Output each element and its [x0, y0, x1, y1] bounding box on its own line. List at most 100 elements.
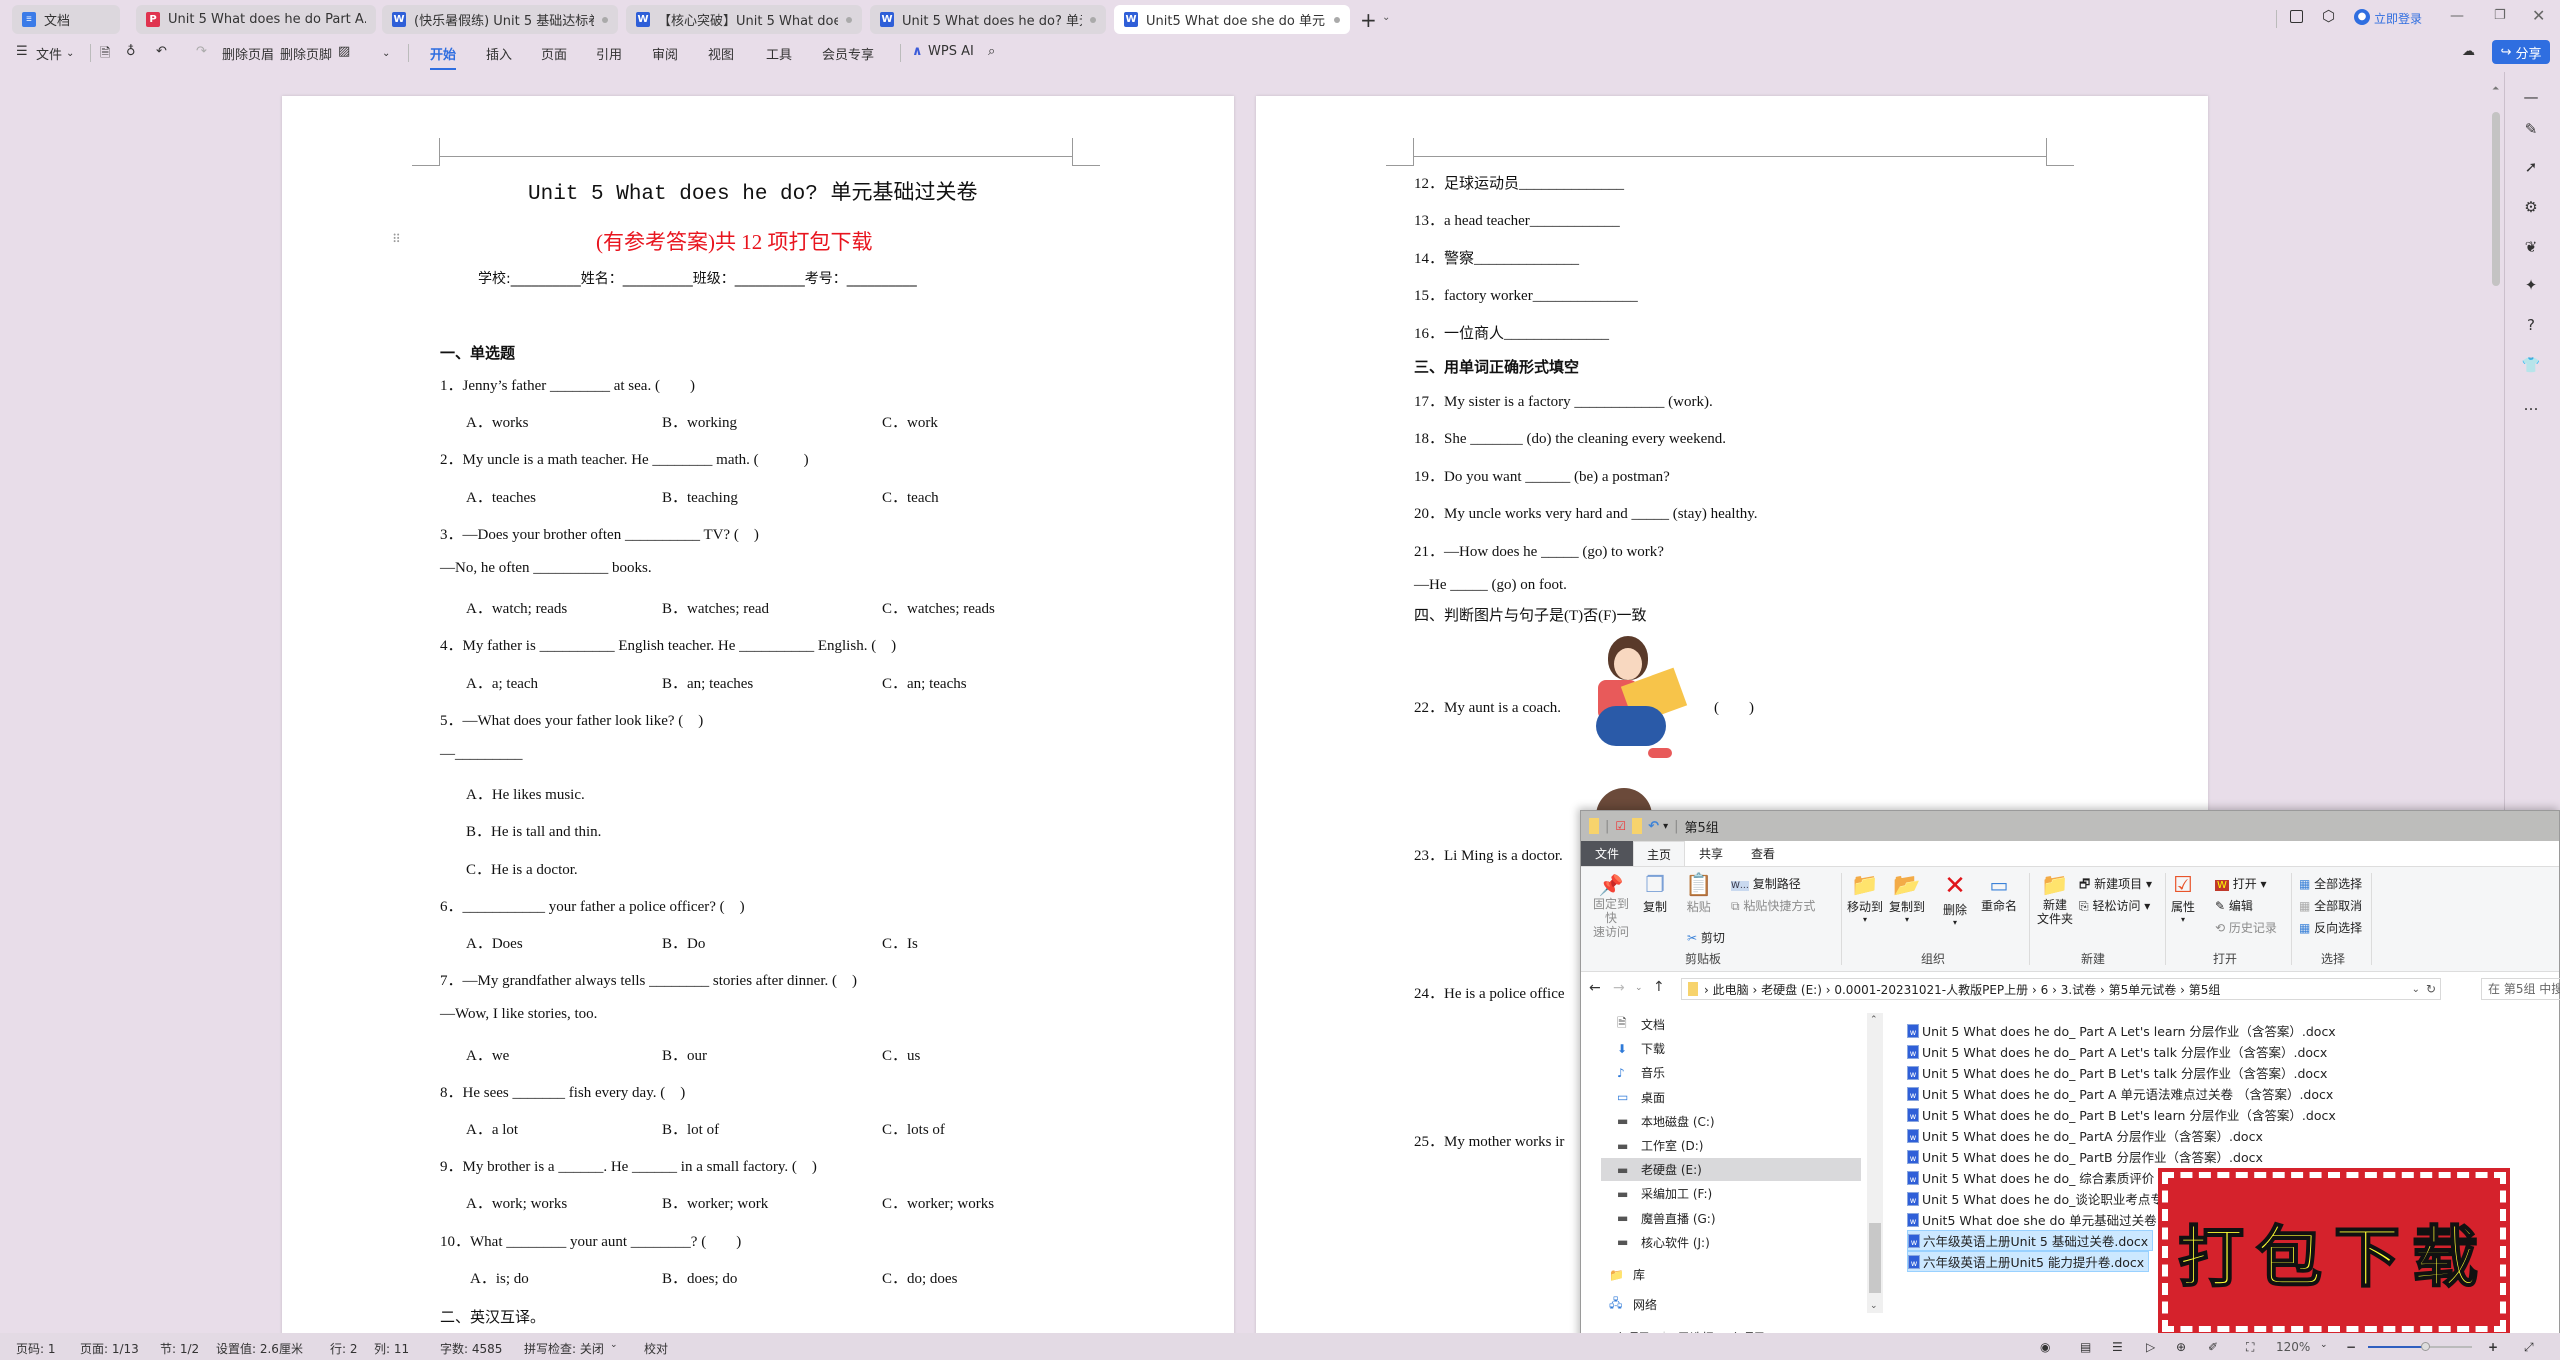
option-b[interactable]: B．worker; work — [662, 1192, 768, 1213]
ribbon-tab-6[interactable]: 视图 — [708, 44, 734, 63]
nav-item[interactable]: ▬ 本地磁盘 (C:) — [1601, 1110, 1861, 1133]
file-item[interactable]: w Unit5 What doe she do 单元基础过关卷（含 — [1907, 1209, 2186, 1230]
option-c[interactable]: C．teach — [882, 486, 939, 507]
new-folder-button[interactable]: 📁 新建 文件夹 — [2037, 873, 2073, 926]
nav-item[interactable]: ⬇ 下载 — [1601, 1037, 1861, 1060]
option-a[interactable]: A．is; do — [470, 1267, 529, 1288]
up-button[interactable]: ↑ — [1653, 979, 1665, 995]
ribbon-tab-share[interactable]: 共享 — [1685, 841, 1737, 866]
properties-quick-icon[interactable]: ☑ — [1615, 819, 1626, 833]
page-count[interactable]: 页面: 1/13 — [80, 1340, 139, 1357]
option-b[interactable]: B．Do — [662, 932, 705, 953]
nav-item[interactable]: ▬ 工作室 (D:) — [1601, 1134, 1861, 1157]
invert-selection-button[interactable]: ▦ 反向选择 — [2299, 919, 2362, 936]
nav-item[interactable]: ▭ 桌面 — [1601, 1086, 1861, 1109]
option-b[interactable]: B．lot of — [662, 1118, 719, 1139]
spell-check-chevron-icon[interactable]: ⌄ — [610, 1340, 618, 1350]
nav-scrollbar-thumb[interactable] — [1869, 1223, 1881, 1293]
nav-item[interactable]: ▬ 魔兽直播 (G:) — [1601, 1207, 1861, 1230]
option-c[interactable]: C．do; does — [882, 1267, 957, 1288]
search-input[interactable]: 在 第5组 中搜索 — [2481, 978, 2560, 1000]
new-item-button[interactable]: 🗗 新建项目 ▾ — [2079, 875, 2152, 896]
ribbon-tab-2[interactable]: 插入 — [486, 44, 512, 63]
breadcrumb-item[interactable]: 3.试卷 — [2061, 983, 2096, 997]
nav-scrollbar-track[interactable]: ⌃ ⌄ — [1867, 1013, 1883, 1313]
breadcrumb-item[interactable]: 老硬盘 (E:) — [1761, 983, 1822, 997]
option-a[interactable]: A．watch; reads — [466, 597, 567, 618]
zoom-slider-thumb[interactable] — [2421, 1342, 2431, 1351]
scroll-up-icon[interactable]: ⌃ — [1870, 1015, 1878, 1025]
file-item[interactable]: w Unit 5 What does he do_ PartA 分层作业（含答案）… — [1907, 1125, 2267, 1146]
option-c[interactable]: C．watches; reads — [882, 597, 995, 618]
copy-path-button[interactable]: W… 复制路径 — [1731, 875, 1801, 892]
setting-value[interactable]: 设置值: 2.6厘米 — [216, 1340, 303, 1357]
zoom-in-button[interactable]: + — [2488, 1340, 2498, 1354]
file-chevron-icon[interactable]: ⌄ — [66, 48, 74, 59]
address-bar[interactable]: › 此电脑 › 老硬盘 (E:) › 0.0001-20231021-人教版PE… — [1681, 978, 2441, 1000]
tab-close-dot-icon[interactable] — [1334, 16, 1340, 23]
tab-close-dot-icon[interactable] — [602, 16, 608, 23]
tab-close-dot-icon[interactable] — [1090, 16, 1096, 23]
file-item[interactable]: w Unit 5 What does he do_ Part B Let's ta… — [1907, 1062, 2331, 1083]
fit-page-icon[interactable]: ⛶ — [2246, 1340, 2254, 1355]
file-item[interactable]: w Unit 5 What does he do_ Part A Let's le… — [1907, 1020, 2340, 1041]
document-page-1[interactable]: Unit 5 What does he do? 单元基础过关卷 ⠿ (有参考答案… — [282, 96, 1234, 1336]
adjust-icon[interactable]: ⚙ — [2518, 198, 2544, 218]
ribbon-tab-file[interactable]: 文件 — [1581, 841, 1633, 866]
option-b[interactable]: B．working — [662, 411, 737, 432]
wps-ai-button[interactable]: WPS AI — [928, 44, 974, 59]
close-button[interactable]: ✕ — [2532, 6, 2545, 25]
proofread-button[interactable]: 校对 — [644, 1340, 668, 1357]
page-view-icon[interactable]: ▤ — [2080, 1340, 2091, 1354]
delete-footer-button[interactable]: 删除页脚 — [280, 44, 332, 63]
zoom-out-button[interactable]: − — [2346, 1340, 2356, 1354]
zoom-slider[interactable] — [2368, 1342, 2472, 1351]
save-icon[interactable]: 🗎 — [100, 44, 110, 66]
nav-item[interactable]: ▬ 核心软件 (J:) — [1601, 1231, 1861, 1254]
tab-6[interactable]: W Unit5 What doe she do 单元 — [1114, 5, 1350, 34]
rename-button[interactable]: ▭ 重命名 — [1981, 873, 2017, 914]
cursor-icon[interactable]: ➚ — [2518, 158, 2544, 178]
properties-button[interactable]: ☑ 属性 ▾ — [2171, 873, 2195, 924]
file-item[interactable]: w 六年级英语上册Unit5 能力提升卷.docx — [1907, 1251, 2150, 1272]
option-c[interactable]: C．work — [882, 411, 938, 432]
skin-icon[interactable]: 👕 — [2518, 356, 2544, 376]
eye-protection-icon[interactable]: ◉ — [2040, 1340, 2050, 1354]
option-c[interactable]: C．worker; works — [882, 1192, 994, 1213]
cut-button[interactable]: ✂ 剪切 — [1687, 929, 1725, 946]
nav-item[interactable]: ♪ 音乐 — [1601, 1061, 1861, 1084]
pen-icon[interactable]: ✎ — [2518, 120, 2544, 140]
file-item[interactable]: w Unit 5 What does he do_ Part A Let's ta… — [1907, 1041, 2331, 1062]
file-item[interactable]: w Unit 5 What does he do_ Part A 单元语法难点过关… — [1907, 1083, 2337, 1104]
tab-2[interactable]: P Unit 5 What does he do Part A.pdf — [136, 5, 376, 34]
pin-quick-access-button[interactable]: 📌 固定到快 速访问 — [1589, 873, 1633, 939]
search-icon[interactable]: ⌕ — [988, 44, 995, 59]
option-b[interactable]: B．does; do — [662, 1267, 737, 1288]
option-a[interactable]: A．a; teach — [466, 672, 538, 693]
copy-button[interactable]: ❐ 复制 — [1643, 873, 1667, 915]
ribbon-tab-home[interactable]: 主页 — [1633, 841, 1685, 866]
breadcrumb-item[interactable]: 第5组 — [2189, 983, 2221, 997]
option-b[interactable]: B．our — [662, 1044, 707, 1065]
breadcrumb-item[interactable]: 第5单元试卷 — [2109, 983, 2177, 997]
option-c[interactable]: C．an; teachs — [882, 672, 967, 693]
breadcrumb-item[interactable]: 6 — [2041, 983, 2049, 997]
nav-item[interactable]: ▬ 采编加工 (F:) — [1601, 1182, 1861, 1205]
easy-access-button[interactable]: ⎘ 轻松访问 ▾ — [2079, 897, 2150, 914]
scroll-down-icon[interactable]: ⌄ — [1870, 1301, 1878, 1311]
style-icon[interactable]: ❦ — [2518, 238, 2544, 258]
ribbon-tab-7[interactable]: 工具 — [766, 44, 792, 63]
help-icon[interactable]: ? — [2518, 316, 2544, 336]
file-menu[interactable]: 文件 — [36, 44, 62, 63]
spell-check-toggle[interactable]: 拼写检查: 关闭 — [524, 1340, 604, 1357]
paste-shortcut-button[interactable]: ⧉ 粘贴快捷方式 — [1731, 897, 1815, 914]
option-c[interactable]: C．lots of — [882, 1118, 945, 1139]
option-a[interactable]: A．a lot — [466, 1118, 518, 1139]
file-item[interactable]: w Unit 5 What does he do_谈论职业考点专项练 — [1907, 1188, 2192, 1209]
file-item[interactable]: w Unit 5 What does he do_ PartB 分层作业（含答案）… — [1907, 1146, 2267, 1167]
login-link[interactable]: 立即登录 — [2374, 10, 2422, 27]
window-layout-icon[interactable] — [2290, 10, 2303, 23]
option-c[interactable]: C．Is — [882, 932, 918, 953]
option-line[interactable]: C．He is a doctor. — [466, 858, 578, 879]
copy-to-button[interactable]: 📂 复制到 ▾ — [1889, 873, 1925, 924]
